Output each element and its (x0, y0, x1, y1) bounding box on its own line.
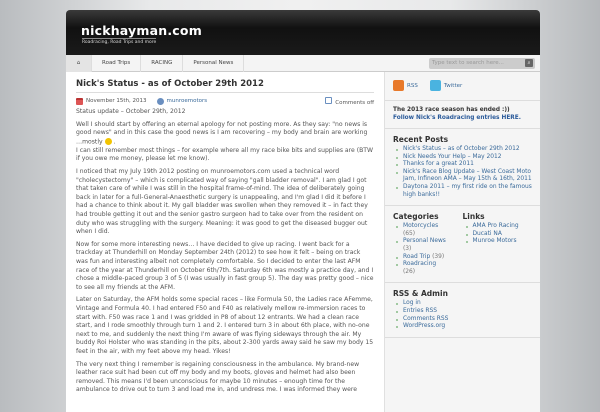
admin-link[interactable]: WordPress.org (403, 323, 445, 329)
recent-post-link[interactable]: Nick Needs Your Help – May 2012 (403, 154, 502, 160)
links-title: Links (462, 212, 485, 222)
list-item[interactable]: Nick's Status – as of October 29th 2012 (393, 146, 532, 154)
search-icon[interactable]: ⌕ (525, 59, 533, 67)
category-count: (39) (432, 253, 445, 260)
season-notice: The 2013 race season has ended :)) Follo… (385, 101, 540, 129)
comments-icon (325, 97, 333, 104)
nav-road-trips[interactable]: Road Trips (92, 54, 142, 72)
home-icon[interactable]: ⌂ (66, 54, 92, 72)
post-title[interactable]: Nick's Status - as of October 29th 2012 (76, 79, 374, 93)
nav-personal-news[interactable]: Personal News (183, 54, 245, 72)
post-paragraph: The very next thing I remember is regain… (76, 360, 360, 394)
feeds: RSS Twitter (385, 72, 540, 101)
list-item[interactable]: Munroe Motors (463, 238, 533, 246)
list-item[interactable]: Motorcycles (65) (393, 223, 463, 238)
post-paragraph: Well I should start by offering an etern… (76, 120, 374, 163)
notice-link[interactable]: Follow Nick's Roadracing entries HERE. (393, 115, 521, 121)
list-item[interactable]: AMA Pro Racing (463, 223, 533, 231)
category-link[interactable]: Road Trip (403, 254, 430, 260)
rss-admin: RSS & Admin Log in Entries RSS Comments … (385, 283, 540, 338)
categories: Categories Motorcycles (65) Personal News… (393, 212, 463, 276)
rss-icon[interactable] (393, 80, 404, 91)
list-item[interactable]: Thanks for a great 2011 (393, 161, 532, 169)
post: Nick's Status - as of October 29th 2012 … (66, 72, 384, 412)
recent-posts-title: Recent Posts (393, 135, 449, 144)
list-item[interactable]: Comments RSS (393, 316, 532, 324)
list-item[interactable]: Roadracing (26) (393, 261, 463, 276)
list-item[interactable]: Log in (393, 300, 532, 308)
sidebar: RSS Twitter The 2013 race season has end… (384, 72, 540, 412)
site-header: nickhayman.com Roadracing, Road Trips an… (66, 10, 540, 55)
list-item[interactable]: Daytona 2011 – my first ride on the famo… (393, 184, 532, 199)
post-author[interactable]: munroemotors (167, 98, 208, 104)
post-paragraph: I noticed that my July 19th 2012 posting… (76, 168, 368, 236)
list-item[interactable]: Nick Needs Your Help – May 2012 (393, 154, 532, 162)
post-meta: November 15th, 2013 munroemotors Comment… (76, 96, 374, 106)
site-title[interactable]: nickhayman.com (81, 23, 202, 38)
recent-post-link[interactable]: Nick's Status – as of October 29th 2012 (403, 146, 520, 152)
categories-title: Categories (393, 212, 439, 222)
category-count: (3) (403, 245, 412, 252)
list-item[interactable]: Road Trip (39) (393, 254, 463, 262)
comments-off: Comments off (325, 97, 374, 106)
search-input[interactable]: Type text to search here... ⌕ (429, 58, 535, 69)
twitter-link[interactable]: Twitter (444, 83, 462, 89)
nav-racing[interactable]: RACING (141, 54, 184, 72)
list-item[interactable]: WordPress.org (393, 323, 532, 331)
rss-link[interactable]: RSS (407, 83, 418, 89)
post-paragraph: Now for some more interesting news… I ha… (76, 240, 374, 291)
links: Links AMA Pro Racing Ducati NA Munroe Mo… (463, 212, 533, 276)
recent-post-link[interactable]: Daytona 2011 – my first ride on the famo… (403, 184, 532, 198)
category-count: (26) (403, 268, 416, 275)
category-link[interactable]: Personal News (403, 238, 446, 244)
categories-links: Categories Motorcycles (65) Personal News… (385, 206, 540, 284)
link-item[interactable]: AMA Pro Racing (473, 223, 519, 229)
comments-label: Comments off (335, 100, 374, 106)
admin-link[interactable]: Comments RSS (403, 316, 448, 322)
link-item[interactable]: Munroe Motors (473, 238, 517, 244)
twitter-icon[interactable] (429, 80, 441, 91)
list-item[interactable]: Ducati NA (463, 231, 533, 239)
recent-post-link[interactable]: Nick's Race Blog Update – West Coast Mot… (403, 169, 532, 183)
post-paragraph: Later on Saturday, the AFM holds some sp… (76, 296, 374, 355)
category-link[interactable]: Roadracing (403, 261, 436, 267)
search-placeholder: Type text to search here... (432, 60, 504, 66)
post-date: November 15th, 2013 (86, 98, 147, 104)
page: nickhayman.com Roadracing, Road Trips an… (66, 10, 540, 412)
category-count: (65) (403, 230, 416, 237)
post-text: I can still remember most things – for e… (76, 146, 374, 163)
post-paragraph: Status update – October 29th, 2012 (76, 108, 186, 115)
list-item[interactable]: Personal News (3) (393, 238, 463, 253)
admin-link[interactable]: Entries RSS (403, 308, 437, 314)
recent-post-link[interactable]: Thanks for a great 2011 (403, 161, 474, 167)
list-item[interactable]: Nick's Race Blog Update – West Coast Mot… (393, 169, 532, 184)
list-item[interactable]: Entries RSS (393, 308, 532, 316)
wink-smiley-icon (104, 137, 112, 145)
category-link[interactable]: Motorcycles (403, 223, 438, 229)
calendar-icon (76, 97, 83, 105)
site-tagline: Roadracing, Road Trips and more (82, 38, 157, 45)
notice-text: The 2013 race season has ended :)) (393, 107, 510, 113)
post-body: Status update – October 29th, 2012 Well … (76, 108, 374, 395)
rss-admin-title: RSS & Admin (393, 289, 448, 299)
admin-link[interactable]: Log in (403, 300, 421, 306)
user-icon (156, 97, 164, 105)
main-nav: ⌂ Road Trips RACING Personal News Type t… (66, 54, 540, 72)
recent-posts: Recent Posts Nick's Status – as of Octob… (385, 129, 540, 207)
link-item[interactable]: Ducati NA (473, 231, 502, 237)
post-text: Well I should start by offering an etern… (76, 120, 368, 146)
